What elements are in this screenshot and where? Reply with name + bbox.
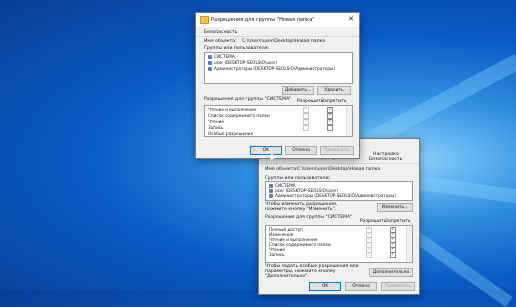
allow-column-header: Разрешить xyxy=(297,99,324,104)
close-icon[interactable]: ✕ xyxy=(348,15,354,23)
deny-checkbox: ✓ xyxy=(390,252,396,258)
deny-checkbox[interactable] xyxy=(327,125,333,131)
groups-list[interactable]: СИСТЕМА user (DESKTOP-SEOLSIO\user) Адми… xyxy=(204,52,353,84)
title-bar[interactable]: Разрешения для группы "Новая папка" ✕ xyxy=(196,13,359,27)
cancel-button[interactable]: Отмена xyxy=(285,146,317,155)
list-item[interactable]: Администраторы (DESKTOP-SEOLSIO\Админист… xyxy=(208,66,335,71)
tab-divider xyxy=(259,163,419,164)
permissions-dialog: Разрешения для группы "Новая папка" ✕ Бе… xyxy=(195,12,360,159)
permission-row: Запись xyxy=(208,125,224,130)
object-name-label: Имя объекта: xyxy=(265,167,298,172)
ok-button[interactable]: OK xyxy=(250,146,282,155)
permissions-label: Разрешения для группы "СИСТЕМА" xyxy=(204,97,292,102)
allow-checkbox: ✓ xyxy=(366,252,372,258)
deny-column-header: Запретить xyxy=(321,99,347,104)
permissions-list: Чтение и выполнение Список содержимого п… xyxy=(204,105,353,137)
window-title: Разрешения для группы "Новая папка" xyxy=(211,17,315,23)
users-icon xyxy=(269,194,273,198)
groups-list[interactable]: СИСТЕМА user (DESKTOP-SEOLSIO\user) Адми… xyxy=(265,181,413,201)
permissions-list: Полный доступ Изменение Чтение и выполне… xyxy=(265,225,413,263)
allow-checkbox[interactable]: ✓ xyxy=(303,125,309,131)
permission-row: Список содержимого папки xyxy=(208,113,270,118)
tab-security[interactable]: Безопасность xyxy=(369,157,402,162)
permission-row: Чтение и выполнение xyxy=(208,107,257,112)
permission-row: Запись xyxy=(269,252,285,257)
change-button[interactable]: Изменить... xyxy=(377,203,413,212)
apply-button[interactable]: Применить xyxy=(320,146,354,155)
scrollbar[interactable] xyxy=(406,226,412,262)
add-button[interactable]: Добавить... xyxy=(282,86,314,95)
remove-button[interactable]: Удалить xyxy=(317,86,351,95)
list-item[interactable]: user (DESKTOP-SEOLSIO\user) xyxy=(208,60,277,65)
tab-security[interactable]: Безопасность xyxy=(204,30,237,35)
permissions-label: Разрешения для группы "СИСТЕМА" xyxy=(265,215,353,220)
advanced-button[interactable]: Дополнительно xyxy=(369,268,413,277)
permission-row: Особые разрешения xyxy=(208,131,254,136)
folder-properties-window: Общие Доступ Настройка Безопасность Имя … xyxy=(258,138,420,295)
users-icon xyxy=(208,67,212,71)
object-name-value: C:\Users\user\Desktop\Новая папка xyxy=(242,39,326,44)
users-icon xyxy=(208,55,212,59)
change-note-line2: нажмите кнопку "Изменить". xyxy=(265,207,337,212)
tab-divider xyxy=(196,36,359,37)
permission-row: Чтение xyxy=(208,119,224,124)
allow-column-header: Разрешить xyxy=(360,219,387,224)
scrollbar[interactable] xyxy=(346,106,352,136)
list-item[interactable]: Администраторы (DESKTOP-SEOLSIO\Админист… xyxy=(269,193,396,198)
groups-label: Группы или пользователи: xyxy=(204,46,270,51)
object-name-label: Имя объекта: xyxy=(204,39,237,44)
list-item[interactable]: СИСТЕМА xyxy=(208,54,235,59)
user-icon xyxy=(208,61,212,65)
special-note-line3: "Дополнительно". xyxy=(265,274,309,279)
deny-column-header: Запретить xyxy=(385,219,411,224)
object-name-value: C:\Users\user\Desktop\Новая папка xyxy=(297,167,381,172)
folder-icon xyxy=(200,16,209,24)
